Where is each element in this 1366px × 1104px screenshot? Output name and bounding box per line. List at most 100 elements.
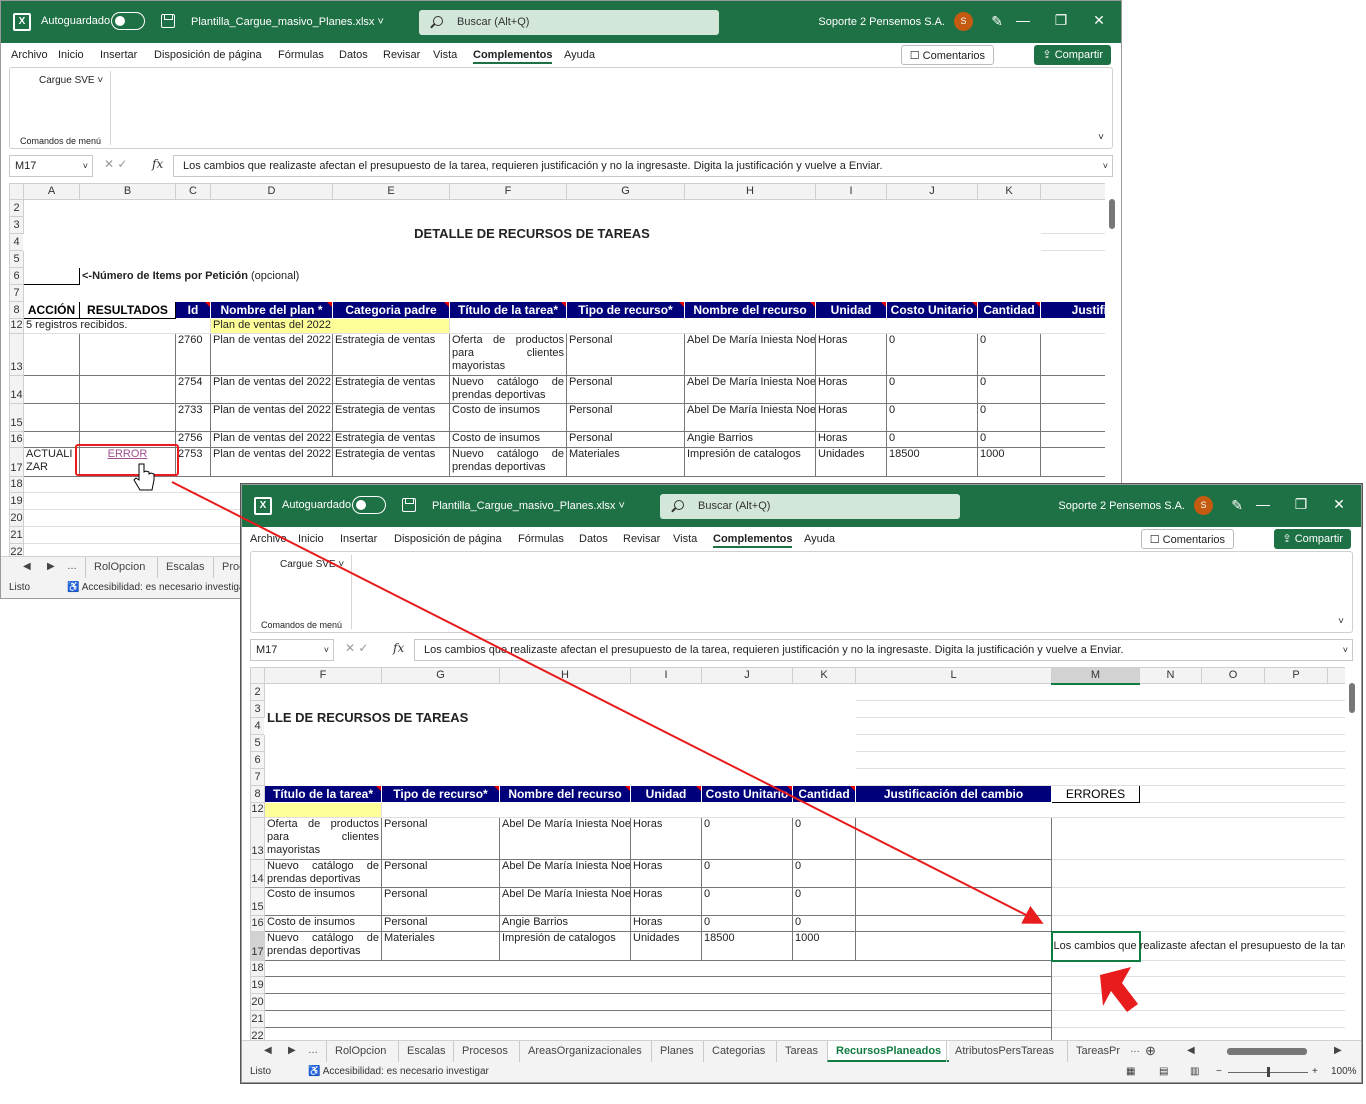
- cell[interactable]: [1051, 976, 1345, 994]
- header-cantidad[interactable]: Cantidad: [792, 785, 856, 803]
- cell-titulo[interactable]: Nuevo catálogo de prendas deportivas: [264, 859, 382, 888]
- cell-cantidad[interactable]: 0: [792, 915, 856, 932]
- col-header[interactable]: F: [449, 183, 567, 200]
- hscroll-right-icon[interactable]: ▶: [1334, 1045, 1342, 1056]
- cell-plan[interactable]: Plan de ventas del 2022: [210, 375, 333, 404]
- cell-titulo[interactable]: Oferta de productos para clientes mayori…: [449, 333, 567, 376]
- vertical-scrollbar[interactable]: [1347, 669, 1357, 1039]
- row-header[interactable]: 16: [250, 915, 265, 932]
- cell[interactable]: [1051, 993, 1345, 1011]
- cell[interactable]: [23, 403, 80, 432]
- row-header[interactable]: 19: [250, 976, 265, 994]
- col-header[interactable]: K: [977, 183, 1041, 200]
- header-justificacion[interactable]: Justifi: [1040, 301, 1105, 319]
- header-unidad[interactable]: Unidad: [815, 301, 887, 319]
- menu-disposicion[interactable]: Disposición de página: [154, 49, 262, 61]
- col-header[interactable]: I: [815, 183, 887, 200]
- cell[interactable]: [1040, 375, 1105, 404]
- row-header[interactable]: 16: [9, 431, 24, 448]
- cell-recurso[interactable]: Impresión de catalogos: [499, 931, 631, 961]
- menu-complementos[interactable]: Complementos: [473, 49, 553, 64]
- menu-ayuda[interactable]: Ayuda: [564, 49, 595, 61]
- header-unidad[interactable]: Unidad: [630, 785, 702, 803]
- cargue-sve-dropdown[interactable]: Cargue SVE ˅: [280, 559, 344, 570]
- header-tipo[interactable]: Tipo de recurso*: [566, 301, 685, 319]
- avatar[interactable]: S: [1194, 496, 1213, 515]
- cell-tipo[interactable]: Personal: [566, 375, 685, 404]
- cell-costo[interactable]: 18500: [701, 931, 793, 961]
- cell[interactable]: [1051, 859, 1345, 888]
- tab-procesos[interactable]: Procesos: [453, 1041, 516, 1062]
- col-header[interactable]: I: [630, 667, 702, 684]
- cell-recurso[interactable]: Impresión de catalogos: [684, 447, 816, 477]
- cell-titulo[interactable]: Nuevo catálogo de prendas deportivas: [449, 447, 567, 477]
- menu-datos[interactable]: Datos: [339, 49, 368, 61]
- cell-costo[interactable]: 18500: [886, 447, 978, 477]
- cell[interactable]: [1040, 431, 1105, 448]
- cell-recurso[interactable]: Abel De María Iniesta Noel: [499, 859, 631, 888]
- menu-vista[interactable]: Vista: [433, 49, 457, 61]
- close-icon[interactable]: ✕: [1329, 496, 1349, 513]
- cell[interactable]: [1040, 403, 1105, 432]
- row-header[interactable]: 7: [250, 768, 265, 786]
- minimize-icon[interactable]: —: [1253, 496, 1273, 512]
- chevron-down-icon[interactable]: ˅: [1103, 156, 1108, 176]
- row-header[interactable]: 5: [250, 734, 265, 752]
- cell[interactable]: [381, 802, 1345, 818]
- tab-overflow-icon[interactable]: …: [1130, 1044, 1140, 1055]
- tab-next-icon[interactable]: ▶: [47, 561, 55, 572]
- row-header[interactable]: 15: [250, 887, 265, 916]
- col-header[interactable]: G: [381, 667, 500, 684]
- cell[interactable]: [1051, 1027, 1345, 1040]
- row-header[interactable]: 22: [250, 1027, 265, 1040]
- chevron-down-icon[interactable]: ˅: [83, 156, 88, 176]
- cell-unidad[interactable]: Horas: [630, 817, 702, 860]
- cell-cantidad[interactable]: 0: [977, 333, 1041, 376]
- cell-titulo[interactable]: Nuevo catálogo de prendas deportivas: [449, 375, 567, 404]
- cell[interactable]: [449, 318, 1105, 334]
- cell[interactable]: [855, 717, 1345, 735]
- col-header[interactable]: O: [1201, 667, 1265, 684]
- cell[interactable]: [79, 431, 176, 448]
- row-header[interactable]: 2: [250, 683, 265, 701]
- row-header[interactable]: 14: [9, 375, 24, 404]
- row-header[interactable]: 6: [9, 267, 24, 285]
- cell[interactable]: [1051, 887, 1345, 916]
- menu-disposicion[interactable]: Disposición de página: [394, 533, 502, 545]
- header-errores[interactable]: ERRORES: [1051, 785, 1140, 803]
- tab-more-icon[interactable]: …: [67, 561, 77, 572]
- header-recurso[interactable]: Nombre del recurso: [499, 785, 631, 803]
- cell-id[interactable]: 2760: [175, 333, 211, 376]
- close-icon[interactable]: ✕: [1089, 12, 1109, 29]
- fx-icon[interactable]: fx: [152, 157, 163, 171]
- cell[interactable]: [1051, 817, 1345, 860]
- accessibility-status[interactable]: ♿ Accesibilidad: es necesario investigar: [308, 1066, 489, 1077]
- sheet-title[interactable]: DETALLE DE RECURSOS DE TAREAS: [23, 216, 1041, 251]
- header-justificacion[interactable]: Justificación del cambio: [855, 785, 1052, 803]
- header-recurso[interactable]: Nombre del recurso: [684, 301, 816, 319]
- accessibility-status[interactable]: ♿ Accesibilidad: es necesario investigar: [67, 582, 248, 593]
- header-resultados[interactable]: RESULTADOS: [79, 301, 176, 319]
- cell-cantidad[interactable]: 0: [792, 817, 856, 860]
- cell[interactable]: [264, 768, 856, 786]
- restore-icon[interactable]: ❐: [1291, 496, 1311, 513]
- chevron-down-icon[interactable]: ˅: [1343, 640, 1348, 660]
- tab-tareaspr[interactable]: TareasPr: [1067, 1041, 1127, 1062]
- cell-titulo[interactable]: Costo de insumos: [264, 887, 382, 916]
- cell-costo[interactable]: 0: [886, 403, 978, 432]
- row-header[interactable]: 4: [250, 717, 265, 735]
- cell-unidad[interactable]: Unidades: [815, 447, 887, 477]
- pen-icon[interactable]: ✎: [1231, 497, 1243, 514]
- autosave-toggle[interactable]: [352, 496, 386, 514]
- col-header[interactable]: A: [23, 183, 80, 200]
- add-sheet-icon[interactable]: ⊕: [1145, 1043, 1156, 1059]
- minimize-icon[interactable]: —: [1013, 12, 1033, 28]
- zoom-out-icon[interactable]: −: [1216, 1066, 1222, 1077]
- row-header[interactable]: 18: [9, 476, 24, 493]
- col-header[interactable]: J: [886, 183, 978, 200]
- formula-input[interactable]: Los cambios que realizaste afectan el pr…: [173, 155, 1113, 177]
- cancel-icon[interactable]: ✕: [345, 641, 355, 655]
- cell-titulo[interactable]: Costo de insumos: [449, 431, 567, 448]
- header-titulo[interactable]: Título de la tarea*: [449, 301, 567, 319]
- col-header[interactable]: [1327, 667, 1345, 684]
